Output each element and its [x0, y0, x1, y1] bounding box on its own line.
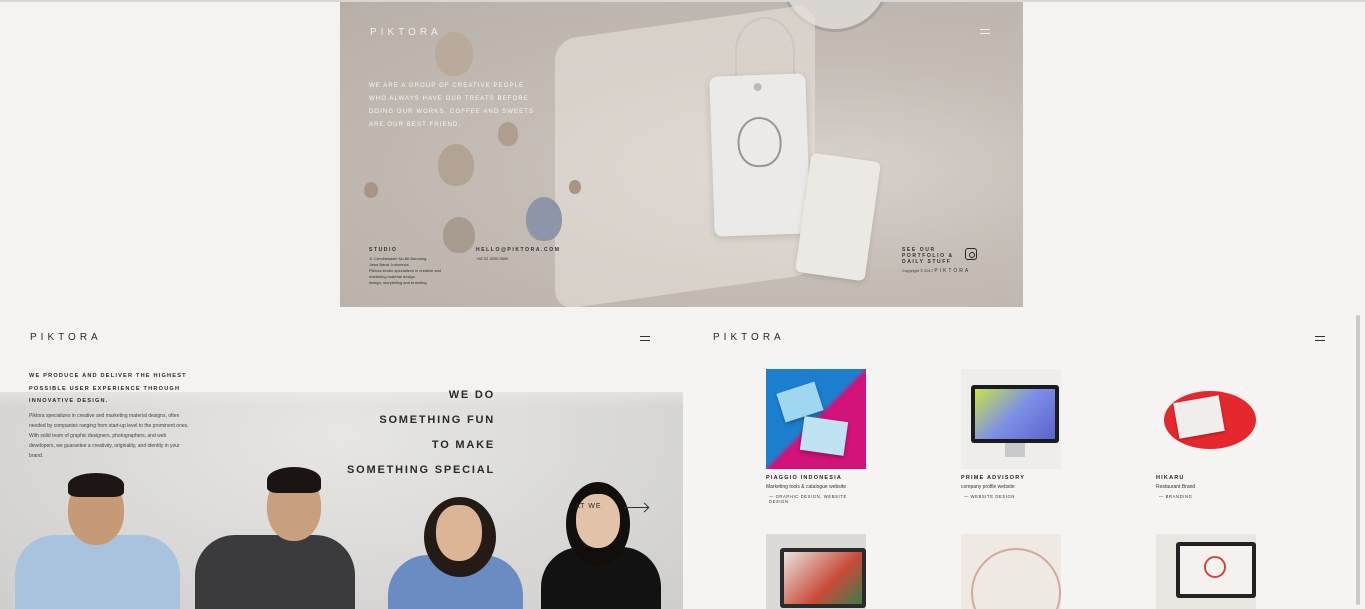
person-body [15, 535, 180, 609]
monitor-stand [1005, 443, 1025, 457]
about-body: Piktora specializes in creative and mark… [29, 413, 189, 459]
email-link[interactable]: HELLO@PIKTORA.COM [476, 247, 560, 253]
tagline-line: TO MAKE [431, 439, 495, 451]
project-subtitle: company profile website [961, 484, 1015, 490]
phone-number: +62 22 2000 0000 [476, 256, 509, 261]
menu-icon[interactable] [980, 29, 990, 34]
person-head [436, 505, 482, 561]
studio-label: STUDIO [369, 247, 398, 253]
hero-about-text: WE ARE A GROUP OF CREATIVE PEOPLE WHO AL… [369, 83, 535, 128]
project-thumbnail[interactable] [766, 369, 866, 469]
project-subtitle: Restaurant Brand [1156, 484, 1196, 490]
portfolio-panel: PIKTORA PIAGGIO INDONESIA Marketing tool… [683, 307, 1365, 609]
menu-icon[interactable] [640, 336, 650, 341]
project-card[interactable]: PIAGGIO INDONESIA Marketing tools & cata… [766, 369, 866, 504]
team-member-photo [536, 482, 666, 609]
person-hair [68, 473, 124, 497]
meet-team-label[interactable]: AT WE [575, 503, 602, 510]
hero-logo[interactable]: PIKTORA [370, 27, 442, 38]
project-title: PRIME ADVISORY [961, 475, 1026, 481]
project-title: HIKARU [1156, 475, 1185, 481]
project-card[interactable]: HIKARU Restaurant Brand BRANDING [1156, 369, 1256, 499]
project-thumbnail[interactable] [1156, 369, 1256, 469]
project-tags: WEBSITE DESIGN [961, 494, 1061, 499]
balloon-illustration [364, 182, 378, 198]
hero-section: PIKTORA WE ARE A GROUP OF CREATIVE PEOPL… [340, 2, 1023, 307]
project-thumbnail[interactable] [961, 369, 1061, 469]
copyright: Copyright © 2017 PIKTORA [902, 268, 970, 274]
about-heading: WE PRODUCE AND DELIVER THE HIGHEST POSSI… [29, 373, 187, 404]
instagram-icon[interactable] [965, 248, 977, 260]
menu-icon[interactable] [1315, 336, 1325, 341]
laptop-screen [784, 552, 862, 604]
project-thumbnail[interactable] [1156, 534, 1256, 609]
studio-info: STUDIO Jl. Cendrawasih No.86 Bandung Jaw… [369, 247, 441, 286]
arrow-right-icon[interactable] [624, 507, 648, 508]
team-member-photo [388, 497, 528, 609]
project-title: PIAGGIO INDONESIA [766, 475, 843, 481]
team-member-photo [10, 467, 180, 609]
balloon-illustration [526, 197, 562, 241]
project-card[interactable] [1156, 534, 1256, 609]
copyright-text: Copyright © 2017 [902, 268, 934, 273]
project-card[interactable] [766, 534, 866, 609]
brochure-image [776, 381, 824, 423]
monitor-screen [975, 389, 1055, 439]
small-tag-image [794, 152, 882, 282]
studio-line: design, storytelling and branding [369, 280, 427, 285]
about-panel: PIKTORA WE PRODUCE AND DELIVER THE HIGHE… [0, 307, 683, 609]
tagline-line: WE DO [448, 389, 495, 401]
project-tags: BRANDING [1156, 494, 1256, 499]
monkey-illustration [736, 116, 783, 168]
team-member-photo [195, 465, 355, 609]
portfolio-info: SEE OUR PORTFOLIO & DAILY STUFF [902, 247, 962, 268]
project-card[interactable]: PRIME ADVISORY company profile website W… [961, 369, 1061, 499]
balloon-illustration [569, 180, 581, 194]
hang-tag-image [709, 73, 811, 237]
tagline-line: SOMETHING FUN [379, 414, 495, 426]
project-subtitle: Marketing tools & catalogue website [766, 484, 847, 490]
balloon-illustration [438, 144, 474, 186]
brochure-image [799, 416, 849, 456]
portfolio-logo[interactable]: PIKTORA [713, 332, 785, 343]
contact-info: HELLO@PIKTORA.COM +62 22 2000 0000 [476, 247, 560, 262]
logo-circle [1204, 556, 1226, 578]
portfolio-link[interactable]: SEE OUR PORTFOLIO & DAILY STUFF [902, 247, 962, 265]
stamp-image [971, 548, 1061, 609]
person-body [195, 535, 355, 609]
about-logo[interactable]: PIKTORA [30, 332, 102, 343]
copyright-brand: PIKTORA [934, 268, 971, 274]
project-thumbnail[interactable] [766, 534, 866, 609]
tag-hole [753, 82, 762, 92]
balloon-illustration [443, 217, 475, 253]
balloon-illustration [435, 32, 473, 76]
scrollbar-thumb[interactable] [1356, 315, 1360, 605]
project-thumbnail[interactable] [961, 534, 1061, 609]
project-card[interactable] [961, 534, 1061, 609]
person-hair [267, 467, 321, 493]
project-tags: GRAPHIC DESIGN, WEBSITE DESIGN [766, 494, 866, 504]
